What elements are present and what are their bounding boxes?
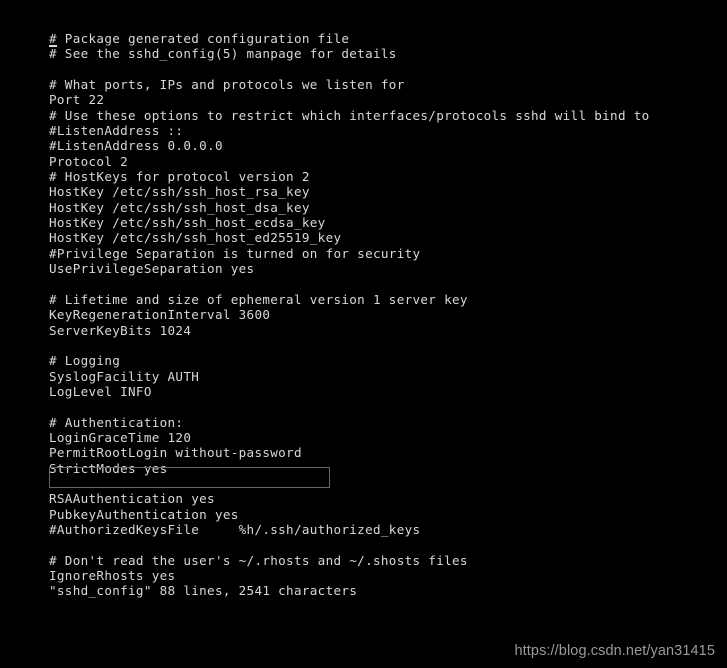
terminal-line: #ListenAddress 0.0.0.0: [49, 138, 223, 154]
terminal-line: # Authentication:: [49, 414, 184, 430]
terminal-line: HostKey /etc/ssh/ssh_host_ed25519_key: [49, 230, 342, 246]
terminal-line: # Logging: [49, 353, 121, 369]
terminal-line: # See the sshd_config(5) manpage for det…: [49, 46, 397, 62]
watermark: https://blog.csdn.net/yan31415: [514, 643, 715, 659]
terminal-line: #Privilege Separation is turned on for s…: [49, 245, 421, 261]
terminal-line: LoginGraceTime 120: [49, 429, 192, 445]
terminal-line: Protocol 2: [49, 153, 129, 169]
terminal-line: LogLevel INFO: [49, 383, 152, 399]
terminal-line: # Don't read the user's ~/.rhosts and ~/…: [49, 552, 468, 568]
terminal-line: Port 22: [49, 92, 105, 108]
terminal-line: HostKey /etc/ssh/ssh_host_rsa_key: [49, 184, 310, 200]
terminal-line: ServerKeyBits 1024: [49, 322, 192, 338]
terminal-line: HostKey /etc/ssh/ssh_host_ecdsa_key: [49, 215, 326, 231]
terminal-line-permitrootlogin: PermitRootLogin without-password: [49, 445, 302, 461]
terminal-line: RSAAuthentication yes: [49, 491, 215, 507]
terminal-line: UsePrivilegeSeparation yes: [49, 261, 255, 277]
terminal-line: HostKey /etc/ssh/ssh_host_dsa_key: [49, 199, 310, 215]
terminal-line: #AuthorizedKeysFile %h/.ssh/authorized_k…: [49, 522, 421, 537]
terminal-line: KeyRegenerationInterval 3600: [49, 307, 271, 323]
terminal-line-rest: Package generated configuration file: [56, 31, 350, 46]
terminal-line: SyslogFacility AUTH: [49, 368, 200, 384]
terminal-screen: # Package generated configuration file #…: [0, 0, 727, 668]
terminal-line: # HostKeys for protocol version 2: [49, 169, 310, 185]
vim-cursor: #: [49, 31, 57, 47]
terminal-line: # What ports, IPs and protocols we liste…: [49, 77, 405, 93]
terminal-line: IgnoreRhosts yes: [49, 568, 176, 584]
terminal-line: # Use these options to restrict which in…: [49, 107, 650, 123]
terminal-text-area[interactable]: # Package generated configuration file #…: [49, 31, 709, 599]
terminal-line: # Lifetime and size of ephemeral version…: [49, 291, 468, 307]
terminal-line: StrictModes yes: [49, 460, 168, 476]
vim-status-line: "sshd_config" 88 lines, 2541 characters: [49, 583, 358, 599]
terminal-line: PubkeyAuthentication yes: [49, 506, 239, 522]
terminal-line: #ListenAddress ::: [49, 123, 184, 139]
terminal-line: # Package generated configuration file: [49, 31, 709, 47]
